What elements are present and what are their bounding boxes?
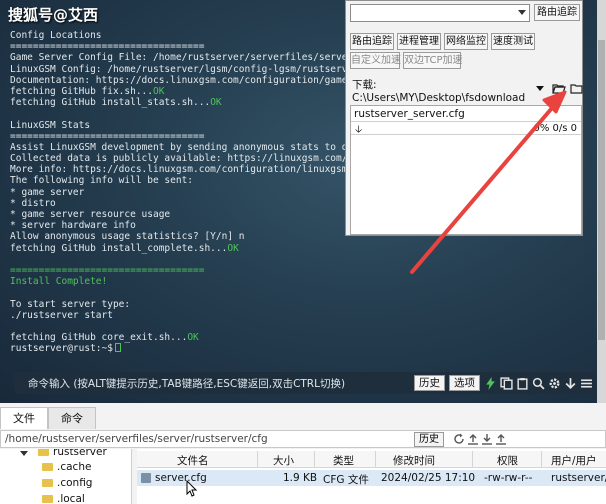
column-name[interactable]: 文件名 — [177, 453, 209, 468]
tool-route-trace-button[interactable]: 路由追踪 — [350, 33, 394, 50]
terminal-history-button[interactable]: 历史 — [414, 375, 445, 391]
file-manager: 文件 命令 /home/rustserver/serverfiles/serve… — [0, 403, 606, 504]
terminal-line: fetching GitHub install_complete.sh...OK — [10, 242, 239, 254]
terminal-line: ================================== — [10, 264, 205, 276]
menu-icon[interactable] — [580, 377, 593, 390]
current-path[interactable]: /home/rustserver/serverfiles/server/rust… — [5, 433, 268, 445]
clipboard-icon[interactable] — [516, 377, 529, 390]
terminal-line: ./rustserver start — [10, 309, 113, 321]
route-trace-button[interactable]: 路由追踪 — [534, 4, 580, 21]
dropdown-triangle-icon[interactable] — [536, 86, 548, 91]
chevron-down-icon[interactable] — [20, 451, 28, 456]
tree-item-config[interactable]: .config — [42, 477, 92, 489]
column-owner[interactable]: 用户/用户 — [551, 453, 597, 468]
file-row[interactable]: server.cfg 1.9 KB CFG 文件 2024/02/25 17:1… — [137, 470, 606, 486]
terminal-line: fetching GitHub core_exit.sh...OK — [10, 332, 199, 344]
refresh-icon[interactable] — [453, 433, 465, 445]
gear-icon[interactable] — [548, 377, 561, 390]
mouse-cursor-icon — [186, 479, 198, 501]
download-progress-row: 🡣 0% 0/s 0 — [351, 121, 581, 135]
terminal-line: rustserver@rust:~$ — [10, 343, 600, 354]
tool-network-monitor-button[interactable]: 网络监控 — [444, 33, 488, 50]
terminal-line: Install Complete! — [10, 276, 108, 288]
download-arrow-icon: 🡣 — [355, 124, 363, 135]
file-type: CFG 文件 — [323, 474, 369, 486]
path-bar[interactable]: /home/rustserver/serverfiles/server/rust… — [0, 430, 606, 448]
open-folder-icon[interactable] — [552, 83, 566, 94]
upload-icon[interactable] — [467, 433, 479, 445]
lightning-icon[interactable] — [484, 376, 497, 390]
terminal-options-button[interactable]: 选项 — [449, 375, 480, 391]
route-target-select[interactable] — [350, 4, 530, 22]
tool-process-manager-button[interactable]: 进程管理 — [397, 33, 441, 50]
file-size: 1.9 KB — [283, 472, 318, 484]
search-icon[interactable] — [532, 377, 545, 390]
command-bar: 命令输入 (按ALT键提示历史,TAB键路径,ESC键返回,双击CTRL切换) … — [14, 372, 596, 394]
column-permissions[interactable]: 权限 — [497, 453, 518, 468]
tab-commands[interactable]: 命令 — [48, 407, 96, 429]
tree-item-cache[interactable]: .cache — [42, 461, 91, 473]
chevron-down-icon — [518, 10, 526, 15]
watermark: 搜狐号@艾西 — [8, 6, 99, 24]
terminal-cursor — [114, 343, 121, 353]
tree-item-local[interactable]: .local — [42, 493, 85, 504]
file-list-header: 文件名 大小 类型 修改时间 权限 用户/用户 — [137, 451, 606, 468]
dual-tcp-accel-button[interactable]: 双边TCP加速 — [403, 52, 463, 69]
ok-status: OK — [153, 85, 165, 97]
ok-status: OK — [210, 97, 222, 109]
file-name: server.cfg — [155, 472, 207, 484]
upload-alt-icon[interactable] — [495, 433, 507, 445]
command-input[interactable]: 命令输入 (按ALT键提示历史,TAB键路径,ESC键返回,双击CTRL切换) — [28, 376, 414, 391]
column-type[interactable]: 类型 — [333, 453, 354, 468]
file-list: 文件名 大小 类型 修改时间 权限 用户/用户 server.cfg 1.9 K… — [137, 449, 606, 504]
column-size[interactable]: 大小 — [273, 453, 294, 468]
folder-icon[interactable] — [570, 83, 583, 94]
tool-speed-test-button[interactable]: 速度测试 — [491, 33, 535, 50]
download-stats: 0% 0/s 0 — [533, 123, 577, 134]
terminal-scrollbar[interactable] — [597, 0, 606, 403]
tab-files[interactable]: 文件 — [0, 407, 48, 429]
ok-status: OK — [187, 332, 199, 344]
ok-status: OK — [227, 242, 239, 254]
download-path-label: 下载: C:\Users\MY\Desktop\fsdownload — [352, 79, 526, 104]
path-history-button[interactable]: 历史 — [414, 432, 444, 447]
file-modified: 2024/02/25 17:10 — [381, 472, 476, 484]
file-owner: rustserver/r — [551, 472, 606, 484]
file-icon — [141, 473, 151, 483]
copy-icon[interactable] — [500, 376, 513, 390]
terminal-line: To start server type: — [10, 298, 131, 310]
download-file-name[interactable]: rustserver_server.cfg — [354, 108, 465, 120]
terminal-scrollbar-thumb[interactable] — [598, 40, 605, 340]
column-modified[interactable]: 修改时间 — [393, 453, 435, 468]
arrow-down-icon[interactable] — [564, 377, 577, 390]
tree-item-rustserver[interactable]: rustserver — [38, 449, 107, 458]
file-permissions: -rw-rw-r-- — [484, 472, 533, 484]
custom-accel-button[interactable]: 自定义加速 — [350, 52, 401, 69]
download-icon[interactable] — [481, 433, 493, 445]
download-list: rustserver_server.cfg 🡣 0% 0/s 0 — [350, 105, 582, 235]
network-tools-panel: 路由追踪 路由追踪 进程管理 网络监控 速度测试 自定义加速 双边TCP加速 下… — [345, 0, 583, 236]
directory-tree: rustserver .cache .config .local — [0, 449, 132, 504]
